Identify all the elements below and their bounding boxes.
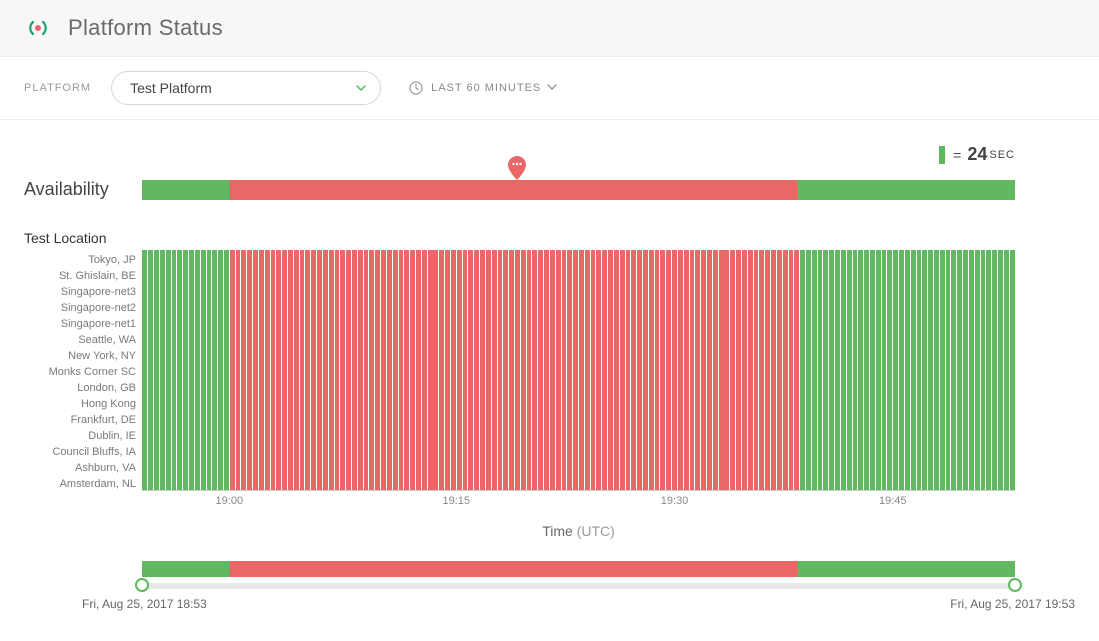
- x-axis-ticks: 19:00 19:15 19:30 19:45: [142, 495, 1015, 513]
- x-axis-tick: 19:15: [443, 495, 471, 507]
- heatmap-chart: Test Location Tokyo, JPSt. Ghislain, BES…: [24, 230, 1075, 539]
- y-axis-tick: Amsterdam, NL: [24, 476, 142, 492]
- heatmap-column: [1009, 250, 1015, 490]
- chart-grid[interactable]: 19:00 19:15 19:30 19:45 Time (UTC): [142, 230, 1015, 539]
- y-axis-tick: Council Bluffs, IA: [24, 444, 142, 460]
- x-axis-line: [142, 490, 1015, 491]
- availability-row: Availability: [24, 179, 1075, 200]
- brush-date-range: Fri, Aug 25, 2017 18:53 Fri, Aug 25, 201…: [142, 597, 1015, 611]
- y-axis-tick: Ashburn, VA: [24, 460, 142, 476]
- availability-segment: [142, 180, 229, 200]
- availability-bar[interactable]: [142, 180, 1015, 200]
- page-title: Platform Status: [68, 15, 223, 41]
- legend-unit: SEC: [989, 149, 1015, 161]
- legend-equals: =: [953, 147, 961, 163]
- brush-summary-bar: [142, 561, 1015, 577]
- brush-start-date: Fri, Aug 25, 2017 18:53: [82, 597, 207, 611]
- availability-label: Availability: [24, 179, 134, 200]
- legend-swatch: [939, 146, 945, 164]
- time-range-label: LAST 60 MINUTES: [431, 82, 541, 94]
- y-axis-tick: London, GB: [24, 380, 142, 396]
- filter-row: PLATFORM Test Platform LAST 60 MINUTES: [0, 57, 1099, 120]
- platform-dropdown[interactable]: Test Platform: [111, 71, 381, 105]
- brush-segment: [142, 561, 229, 577]
- brush-end-date: Fri, Aug 25, 2017 19:53: [950, 597, 1075, 611]
- x-axis-tick: 19:30: [661, 495, 689, 507]
- y-axis-tick: Monks Corner SC: [24, 364, 142, 380]
- brush-handle-left[interactable]: [135, 578, 149, 592]
- platform-selected: Test Platform: [130, 80, 212, 96]
- y-axis-tick: Tokyo, JP: [24, 252, 142, 268]
- chevron-down-icon: [356, 80, 366, 96]
- clock-icon: [409, 81, 423, 95]
- y-axis-tick: Singapore-net2: [24, 300, 142, 316]
- platform-filter-label: PLATFORM: [24, 82, 91, 94]
- x-axis-tick: 19:45: [879, 495, 907, 507]
- x-axis-tick: 19:00: [216, 495, 244, 507]
- y-axis: Test Location Tokyo, JPSt. Ghislain, BES…: [24, 230, 142, 539]
- brush-track[interactable]: [142, 583, 1015, 589]
- brush-handle-right[interactable]: [1008, 578, 1022, 592]
- map-pin-icon[interactable]: [508, 156, 526, 180]
- y-axis-tick: Singapore-net3: [24, 284, 142, 300]
- y-axis-title: Test Location: [24, 230, 142, 246]
- y-axis-tick: St. Ghislain, BE: [24, 268, 142, 284]
- time-brush[interactable]: Fri, Aug 25, 2017 18:53 Fri, Aug 25, 201…: [24, 561, 1075, 611]
- logo-icon: [24, 14, 52, 42]
- x-axis-title: Time (UTC): [142, 523, 1015, 539]
- y-axis-tick: New York, NY: [24, 348, 142, 364]
- time-range-selector[interactable]: LAST 60 MINUTES: [409, 81, 557, 95]
- availability-segment: [797, 180, 1015, 200]
- brush-segment: [797, 561, 1015, 577]
- content: = 24 SEC Availability Test Location Toky…: [0, 120, 1099, 641]
- y-axis-tick: Seattle, WA: [24, 332, 142, 348]
- topbar: Platform Status: [0, 0, 1099, 57]
- y-axis-tick: Singapore-net1: [24, 316, 142, 332]
- y-axis-tick: Hong Kong: [24, 396, 142, 412]
- y-axis-tick: Dublin, IE: [24, 428, 142, 444]
- y-axis-tick: Frankfurt, DE: [24, 412, 142, 428]
- availability-segment: [229, 180, 796, 200]
- chevron-down-icon: [547, 82, 557, 95]
- legend-value: 24: [967, 144, 987, 165]
- brush-segment: [229, 561, 796, 577]
